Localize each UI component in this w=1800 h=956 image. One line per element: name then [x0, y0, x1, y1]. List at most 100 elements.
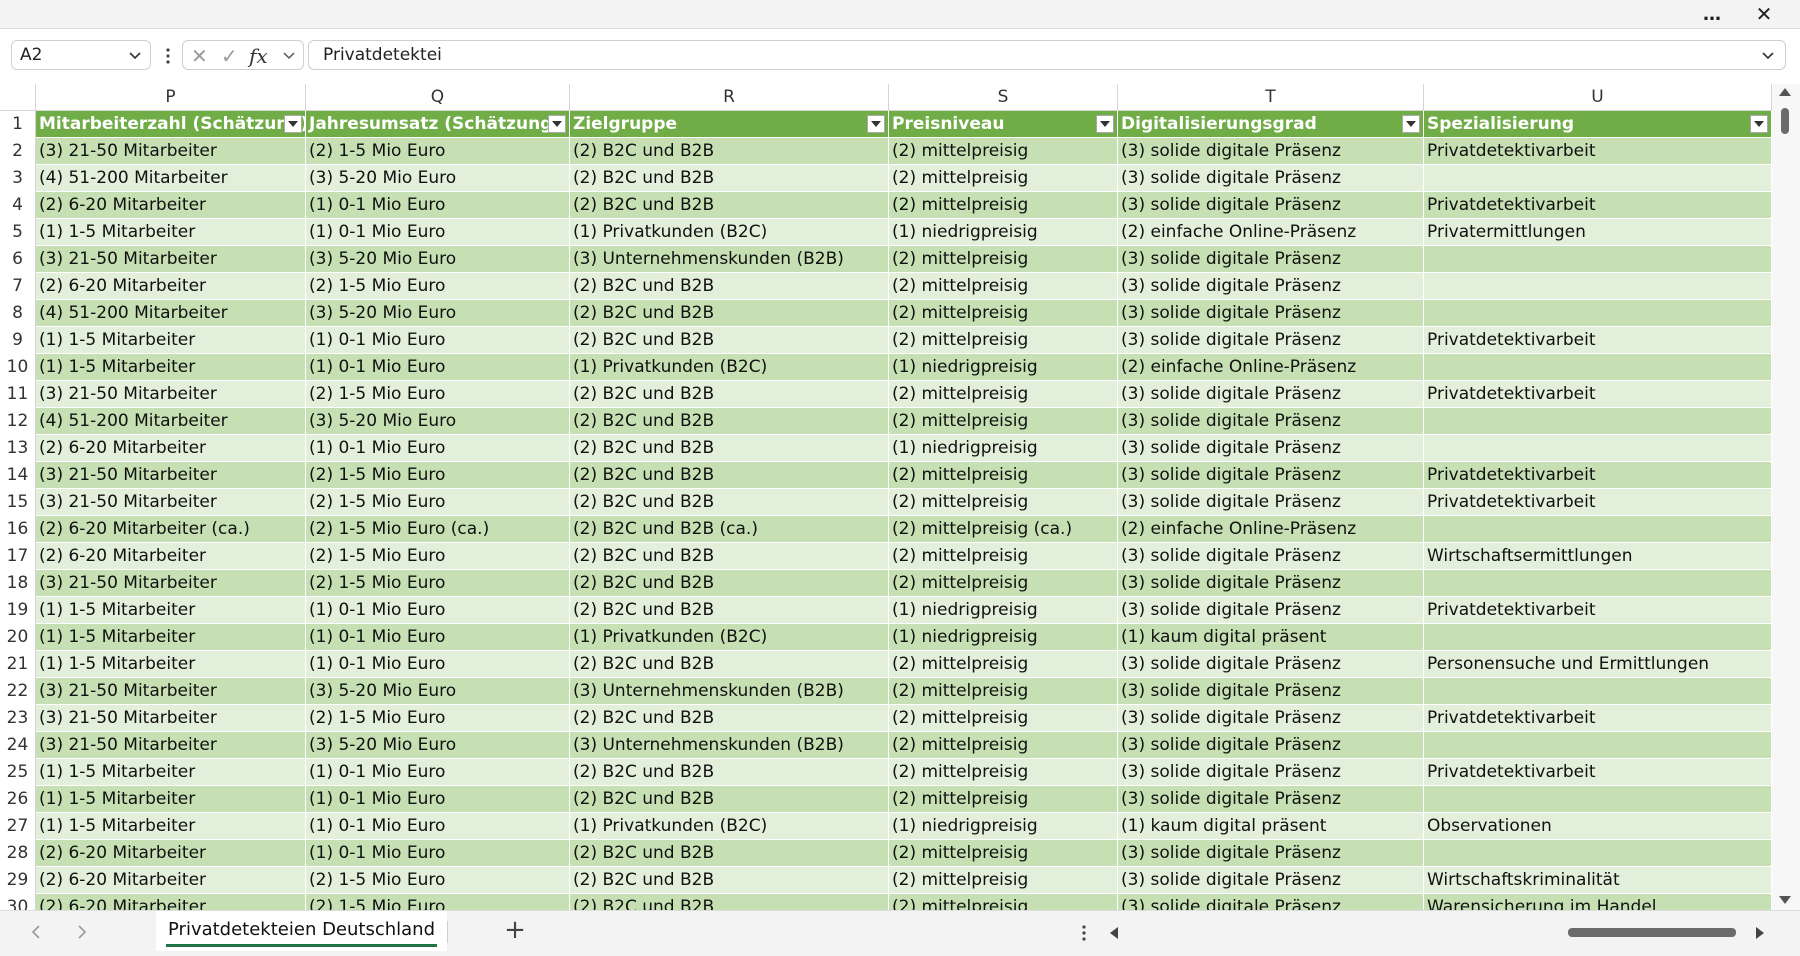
- row-header[interactable]: 3: [0, 165, 36, 192]
- row-header[interactable]: 15: [0, 489, 36, 516]
- table-header-cell[interactable]: Digitalisierungsgrad: [1118, 111, 1424, 138]
- row-header[interactable]: 9: [0, 327, 36, 354]
- scroll-up-icon[interactable]: [1779, 88, 1791, 96]
- table-cell[interactable]: (2) B2C und B2B: [570, 894, 889, 910]
- table-cell[interactable]: (2) B2C und B2B: [570, 300, 889, 327]
- table-cell[interactable]: (2) 1-5 Mio Euro (ca.): [306, 516, 570, 543]
- table-cell[interactable]: (3) solide digitale Präsenz: [1118, 489, 1424, 516]
- table-cell[interactable]: (1) niedrigpreisig: [889, 354, 1118, 381]
- row-header[interactable]: 28: [0, 840, 36, 867]
- row-header[interactable]: 1: [0, 111, 36, 138]
- table-cell[interactable]: (1) 0-1 Mio Euro: [306, 219, 570, 246]
- table-cell[interactable]: (3) solide digitale Präsenz: [1118, 786, 1424, 813]
- prev-sheet-icon[interactable]: [28, 922, 44, 946]
- table-cell[interactable]: Privatdetektivarbeit: [1424, 462, 1772, 489]
- table-cell[interactable]: Privatdetektivarbeit: [1424, 705, 1772, 732]
- table-cell[interactable]: Wirtschaftskriminalität: [1424, 867, 1772, 894]
- table-cell[interactable]: (2) B2C und B2B: [570, 381, 889, 408]
- table-cell[interactable]: (1) 0-1 Mio Euro: [306, 759, 570, 786]
- row-header[interactable]: 29: [0, 867, 36, 894]
- table-cell[interactable]: (3) Unternehmenskunden (B2B): [570, 732, 889, 759]
- table-cell[interactable]: (2) mittelpreisig: [889, 273, 1118, 300]
- table-cell[interactable]: [1424, 354, 1772, 381]
- table-cell[interactable]: (2) mittelpreisig: [889, 192, 1118, 219]
- row-header[interactable]: 20: [0, 624, 36, 651]
- chevron-down-icon[interactable]: [281, 46, 297, 68]
- table-cell[interactable]: (3) solide digitale Präsenz: [1118, 597, 1424, 624]
- table-cell[interactable]: (3) solide digitale Präsenz: [1118, 651, 1424, 678]
- table-cell[interactable]: (2) mittelpreisig: [889, 894, 1118, 910]
- table-cell[interactable]: (3) solide digitale Präsenz: [1118, 732, 1424, 759]
- table-cell[interactable]: (2) B2C und B2B: [570, 867, 889, 894]
- row-header[interactable]: 14: [0, 462, 36, 489]
- table-cell[interactable]: (2) mittelpreisig (ca.): [889, 516, 1118, 543]
- close-button[interactable]: ✕: [1742, 0, 1786, 28]
- table-cell[interactable]: Privatdetektivarbeit: [1424, 327, 1772, 354]
- table-cell[interactable]: (2) einfache Online-Präsenz: [1118, 516, 1424, 543]
- table-cell[interactable]: (2) B2C und B2B: [570, 786, 889, 813]
- row-header[interactable]: 25: [0, 759, 36, 786]
- table-cell[interactable]: (3) 5-20 Mio Euro: [306, 678, 570, 705]
- row-header[interactable]: 2: [0, 138, 36, 165]
- table-cell[interactable]: (3) solide digitale Präsenz: [1118, 705, 1424, 732]
- vertical-scroll-thumb[interactable]: [1781, 108, 1789, 134]
- table-cell[interactable]: Privatdetektivarbeit: [1424, 489, 1772, 516]
- table-cell[interactable]: (2) mittelpreisig: [889, 138, 1118, 165]
- table-cell[interactable]: (2) B2C und B2B: [570, 489, 889, 516]
- table-cell[interactable]: (2) einfache Online-Präsenz: [1118, 219, 1424, 246]
- table-cell[interactable]: (2) mittelpreisig: [889, 246, 1118, 273]
- table-cell[interactable]: [1424, 786, 1772, 813]
- table-cell[interactable]: (2) 1-5 Mio Euro: [306, 570, 570, 597]
- table-cell[interactable]: (2) mittelpreisig: [889, 462, 1118, 489]
- next-sheet-icon[interactable]: [74, 922, 90, 946]
- table-cell[interactable]: (3) 5-20 Mio Euro: [306, 732, 570, 759]
- table-cell[interactable]: (2) mittelpreisig: [889, 327, 1118, 354]
- table-cell[interactable]: (2) 6-20 Mitarbeiter: [36, 840, 306, 867]
- table-cell[interactable]: (1) 0-1 Mio Euro: [306, 840, 570, 867]
- table-cell[interactable]: [1424, 246, 1772, 273]
- table-cell[interactable]: (2) 6-20 Mitarbeiter: [36, 192, 306, 219]
- table-cell[interactable]: (1) niedrigpreisig: [889, 813, 1118, 840]
- table-cell[interactable]: (3) 21-50 Mitarbeiter: [36, 462, 306, 489]
- table-cell[interactable]: (3) 21-50 Mitarbeiter: [36, 570, 306, 597]
- table-cell[interactable]: (2) B2C und B2B: [570, 570, 889, 597]
- table-cell[interactable]: Privatdetektivarbeit: [1424, 597, 1772, 624]
- table-cell[interactable]: (1) 0-1 Mio Euro: [306, 813, 570, 840]
- table-cell[interactable]: (3) 5-20 Mio Euro: [306, 300, 570, 327]
- table-cell[interactable]: (2) 1-5 Mio Euro: [306, 543, 570, 570]
- table-cell[interactable]: (1) 0-1 Mio Euro: [306, 597, 570, 624]
- table-cell[interactable]: (1) 1-5 Mitarbeiter: [36, 651, 306, 678]
- table-cell[interactable]: (3) 21-50 Mitarbeiter: [36, 678, 306, 705]
- table-cell[interactable]: [1424, 408, 1772, 435]
- table-cell[interactable]: (3) 5-20 Mio Euro: [306, 408, 570, 435]
- row-header[interactable]: 21: [0, 651, 36, 678]
- column-header-p[interactable]: P: [36, 84, 306, 111]
- table-cell[interactable]: (2) mittelpreisig: [889, 543, 1118, 570]
- table-cell[interactable]: (2) mittelpreisig: [889, 408, 1118, 435]
- table-cell[interactable]: (3) solide digitale Präsenz: [1118, 273, 1424, 300]
- table-cell[interactable]: (2) mittelpreisig: [889, 678, 1118, 705]
- filter-dropdown-icon[interactable]: [548, 115, 566, 133]
- sheet-tab[interactable]: Privatdetekteien Deutschland: [156, 911, 448, 951]
- row-header[interactable]: 24: [0, 732, 36, 759]
- table-cell[interactable]: (2) B2C und B2B: [570, 597, 889, 624]
- table-cell[interactable]: (4) 51-200 Mitarbeiter: [36, 165, 306, 192]
- table-cell[interactable]: [1424, 273, 1772, 300]
- table-cell[interactable]: (2) mittelpreisig: [889, 786, 1118, 813]
- table-cell[interactable]: (2) einfache Online-Präsenz: [1118, 354, 1424, 381]
- filter-dropdown-icon[interactable]: [1096, 115, 1114, 133]
- name-box[interactable]: A2: [11, 40, 151, 70]
- enter-icon[interactable]: ✓: [221, 44, 238, 68]
- table-header-cell[interactable]: Zielgruppe: [570, 111, 889, 138]
- table-cell[interactable]: (3) solide digitale Präsenz: [1118, 300, 1424, 327]
- table-cell[interactable]: (2) B2C und B2B: [570, 840, 889, 867]
- table-cell[interactable]: (3) Unternehmenskunden (B2B): [570, 246, 889, 273]
- more-options-button[interactable]: …: [1690, 0, 1734, 28]
- insert-function-icon[interactable]: fx: [249, 44, 268, 68]
- table-cell[interactable]: (1) niedrigpreisig: [889, 219, 1118, 246]
- table-cell[interactable]: (2) B2C und B2B: [570, 759, 889, 786]
- row-header[interactable]: 13: [0, 435, 36, 462]
- chevron-down-icon[interactable]: [126, 46, 144, 69]
- table-cell[interactable]: Observationen: [1424, 813, 1772, 840]
- table-cell[interactable]: (1) 0-1 Mio Euro: [306, 786, 570, 813]
